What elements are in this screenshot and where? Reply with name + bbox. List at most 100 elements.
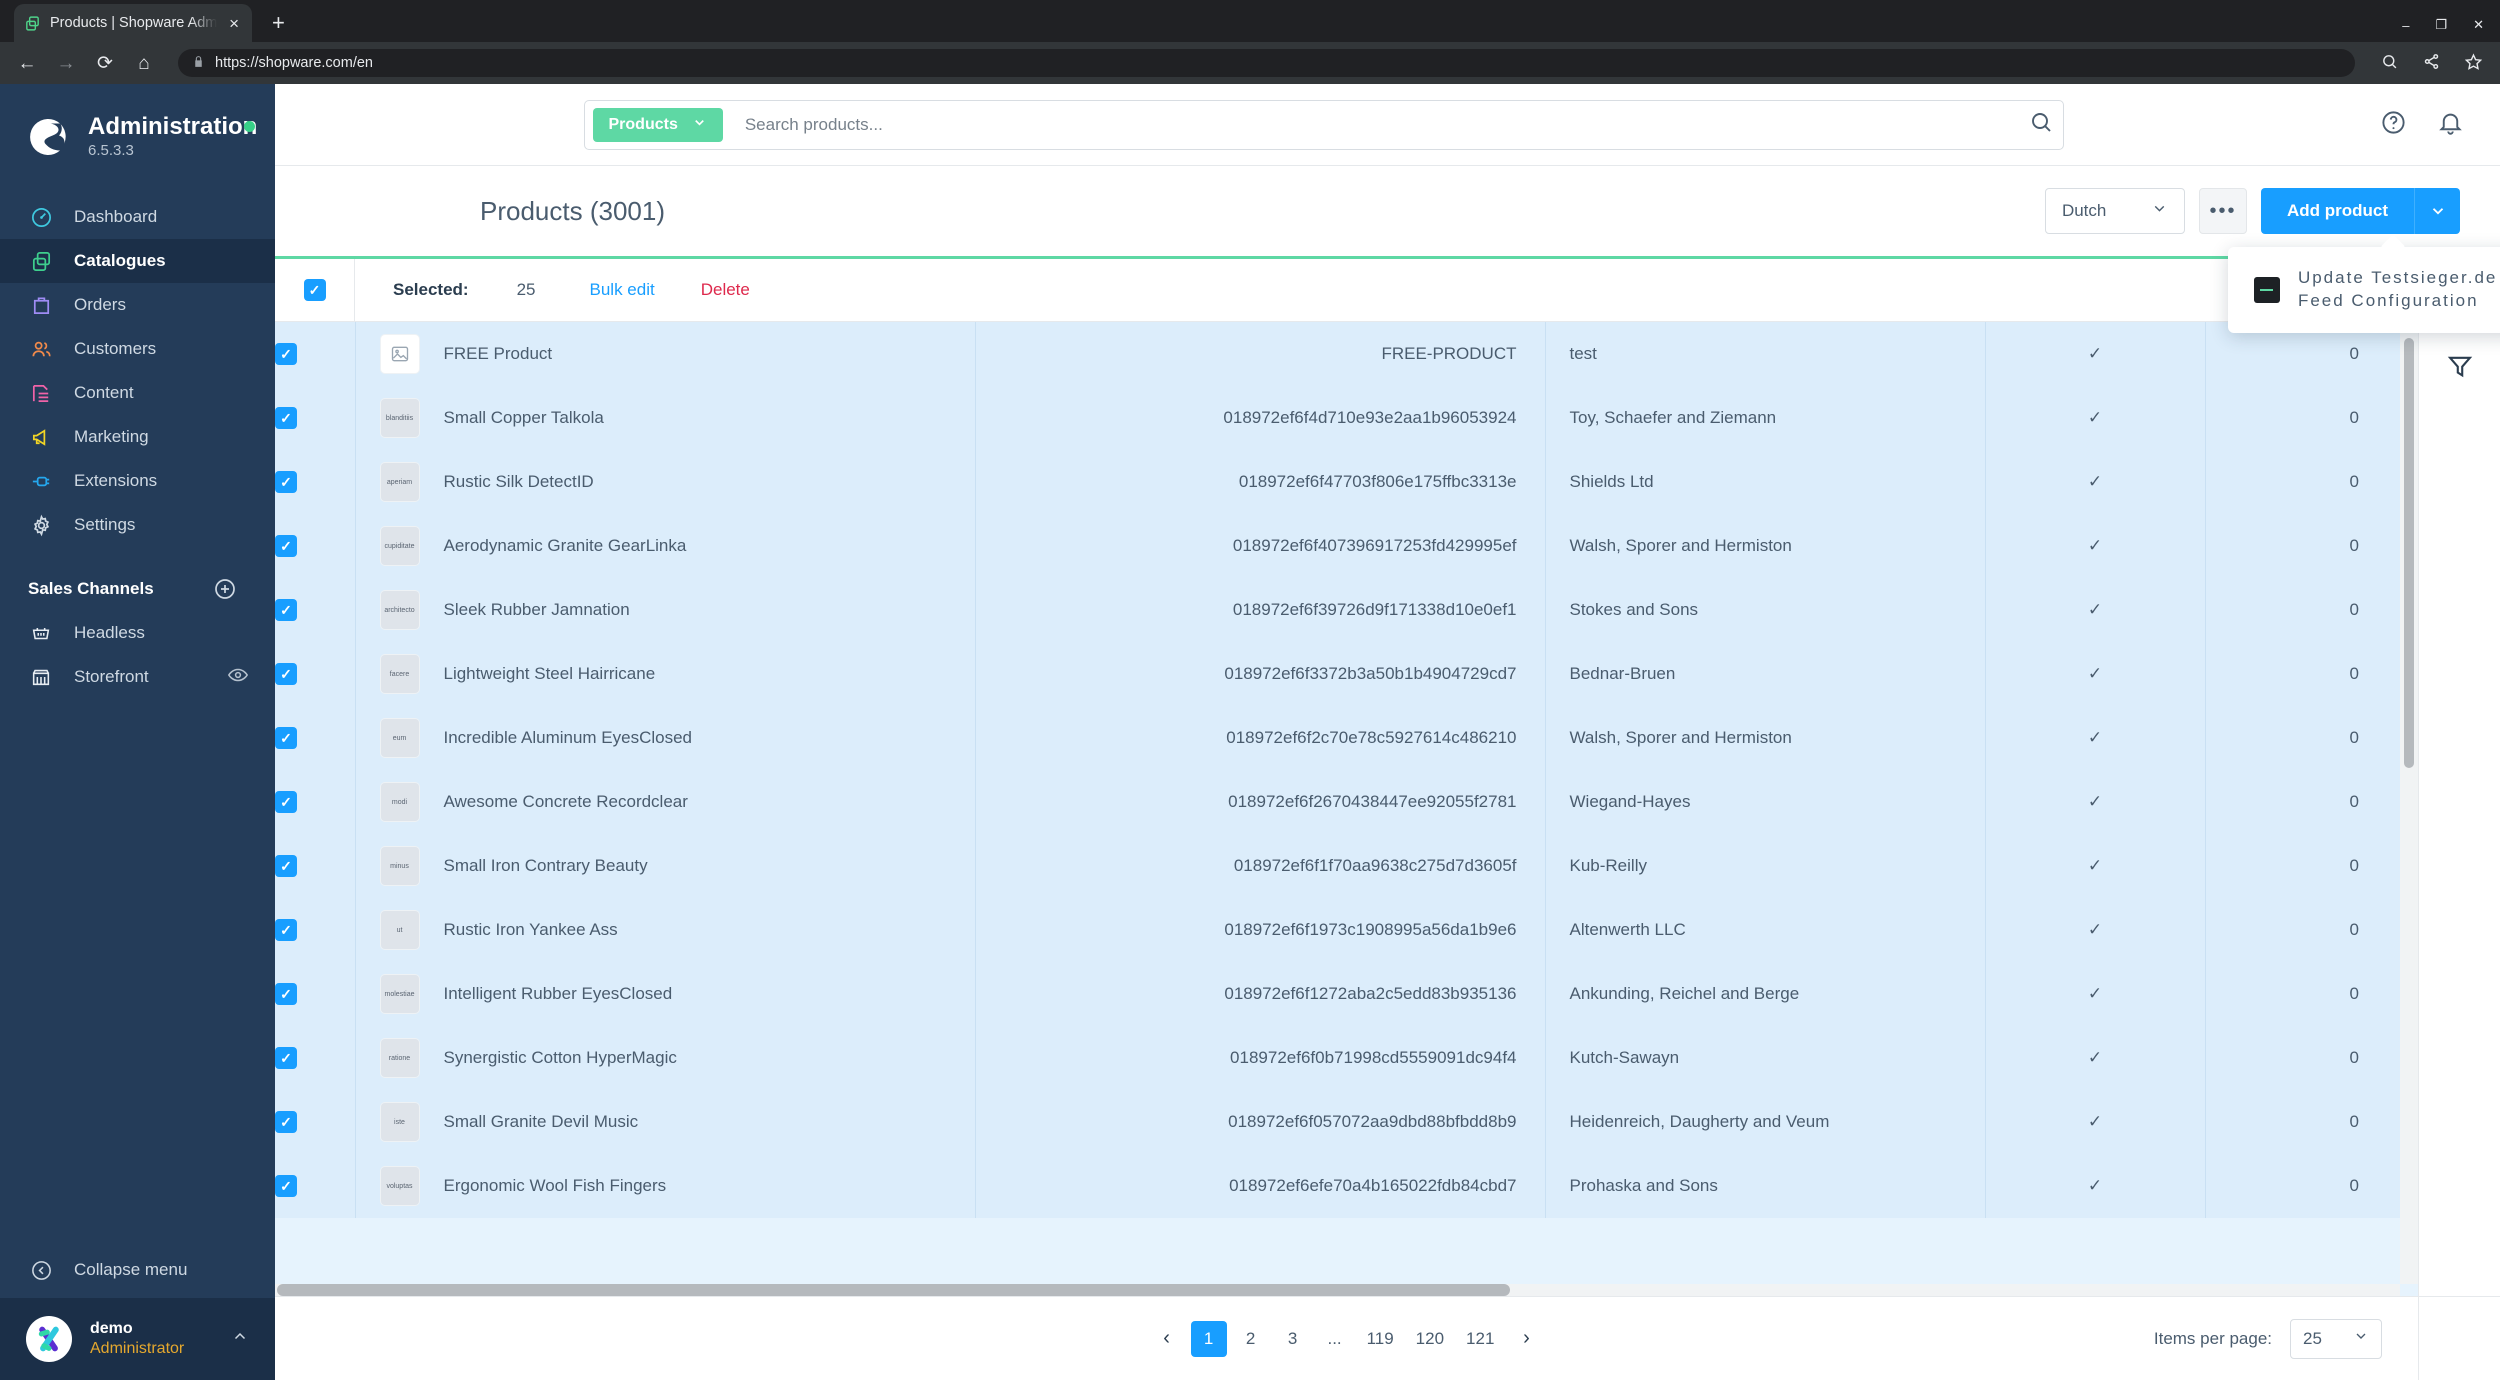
- product-thumbnail: architecto: [379, 590, 420, 630]
- row-checkbox[interactable]: ✓: [275, 535, 297, 557]
- sidebar-item-headless[interactable]: Headless: [0, 611, 275, 655]
- table-row[interactable]: ✓ FREE Product FREE-PRODUCT test ✓ 0: [275, 322, 2418, 386]
- chevron-up-icon[interactable]: [231, 1328, 249, 1350]
- product-manufacturer: Stokes and Sons: [1544, 578, 1985, 642]
- table-row[interactable]: ✓ eum Incredible Aluminum EyesClosed 018…: [275, 706, 2418, 770]
- row-checkbox[interactable]: ✓: [275, 983, 297, 1005]
- pagination-page-121[interactable]: 121: [1458, 1321, 1502, 1357]
- pagination-page-3[interactable]: 3: [1275, 1321, 1311, 1357]
- add-product-dropdown-icon[interactable]: [2414, 188, 2460, 234]
- product-price: 0: [2204, 450, 2365, 514]
- sidebar-item-content[interactable]: Content: [0, 371, 275, 415]
- close-icon[interactable]: ×: [226, 15, 242, 32]
- table-row[interactable]: ✓ modi Awesome Concrete Recordclear 0189…: [275, 770, 2418, 834]
- sidebar-item-customers[interactable]: Customers: [0, 327, 275, 371]
- product-active: ✓: [1984, 706, 2205, 770]
- table-row[interactable]: ✓ aperiam Rustic Silk DetectID 018972ef6…: [275, 450, 2418, 514]
- browser-tab[interactable]: Products | Shopware Adm ×: [14, 4, 252, 42]
- sidebar-item-marketing[interactable]: Marketing: [0, 415, 275, 459]
- add-sales-channel-icon[interactable]: [213, 577, 237, 601]
- vertical-scrollbar[interactable]: ▲: [2400, 322, 2418, 1284]
- search-input[interactable]: [726, 114, 2025, 135]
- global-search[interactable]: Products: [583, 99, 2064, 150]
- pagination-page-120[interactable]: 120: [1408, 1321, 1452, 1357]
- table-row[interactable]: ✓ minus Small Iron Contrary Beauty 01897…: [275, 834, 2418, 898]
- bulk-edit-link[interactable]: Bulk edit: [590, 280, 655, 300]
- delete-link[interactable]: Delete: [701, 280, 750, 300]
- sidebar-item-catalogues[interactable]: Catalogues: [0, 239, 275, 284]
- product-name: Sleek Rubber Jamnation: [443, 600, 630, 619]
- language-select[interactable]: Dutch: [2044, 188, 2185, 234]
- pagination-prev[interactable]: ‹: [1149, 1321, 1185, 1357]
- row-checkbox[interactable]: ✓: [275, 343, 297, 365]
- row-checkbox[interactable]: ✓: [275, 727, 297, 749]
- table-row[interactable]: ✓ facere Lightweight Steel Hairricane 01…: [275, 642, 2418, 706]
- product-price: 0: [2204, 834, 2365, 898]
- maximize-icon[interactable]: ❐: [2435, 17, 2447, 33]
- select-all-checkbox[interactable]: ✓: [303, 279, 326, 301]
- table-row[interactable]: ✓ ut Rustic Iron Yankee Ass 018972ef6f19…: [275, 898, 2418, 962]
- row-checkbox[interactable]: ✓: [275, 1111, 297, 1133]
- extensions-icon: [28, 468, 54, 494]
- row-checkbox[interactable]: ✓: [275, 791, 297, 813]
- preview-eye-icon[interactable]: [227, 664, 249, 691]
- row-checkbox[interactable]: ✓: [275, 1047, 297, 1069]
- user-name: demo: [90, 1320, 133, 1337]
- add-product-button[interactable]: Add product: [2260, 188, 2414, 234]
- search-scope-button[interactable]: Products: [592, 107, 723, 142]
- star-icon[interactable]: [2462, 52, 2484, 74]
- help-icon[interactable]: [2380, 109, 2407, 141]
- row-checkbox[interactable]: ✓: [275, 1175, 297, 1197]
- browser-tabstrip: Products | Shopware Adm × + – ❐ ✕: [0, 0, 2500, 42]
- sidebar-item-extensions[interactable]: Extensions: [0, 459, 275, 503]
- context-menu-item[interactable]: Update Testsieger.de Feed Configuration: [2228, 261, 2500, 319]
- pagination-next[interactable]: ›: [1508, 1321, 1544, 1357]
- share-icon[interactable]: [2420, 53, 2442, 74]
- home-icon[interactable]: ⌂: [133, 54, 155, 73]
- table-row[interactable]: ✓ molestiae Intelligent Rubber EyesClose…: [275, 962, 2418, 1026]
- pagination-page-1[interactable]: 1: [1190, 1320, 1227, 1357]
- row-checkbox[interactable]: ✓: [275, 599, 297, 621]
- sidebar-item-label: Content: [74, 383, 134, 403]
- minimize-icon[interactable]: –: [2402, 18, 2409, 33]
- product-active: ✓: [1984, 578, 2205, 642]
- pagination-page-2[interactable]: 2: [1233, 1321, 1269, 1357]
- sidebar-item-dashboard[interactable]: Dashboard: [0, 195, 275, 239]
- user-menu[interactable]: demo Administrator: [0, 1298, 275, 1380]
- reload-icon[interactable]: ⟳: [94, 54, 116, 73]
- chevron-down-icon: [2353, 1328, 2369, 1349]
- sidebar-item-orders[interactable]: Orders: [0, 283, 275, 327]
- collapse-menu-button[interactable]: Collapse menu: [0, 1242, 275, 1298]
- back-icon[interactable]: ←: [16, 54, 38, 73]
- sidebar-nav: Dashboard Catalogues Orders Customers Co…: [0, 195, 275, 699]
- window-close-icon[interactable]: ✕: [2473, 17, 2484, 33]
- horizontal-scrollbar[interactable]: [275, 1284, 2400, 1296]
- row-checkbox[interactable]: ✓: [275, 919, 297, 941]
- table-row[interactable]: ✓ voluptas Ergonomic Wool Fish Fingers 0…: [275, 1154, 2418, 1218]
- row-checkbox[interactable]: ✓: [275, 471, 297, 493]
- sidebar-item-storefront[interactable]: Storefront: [0, 655, 275, 699]
- forward-icon[interactable]: →: [55, 54, 77, 73]
- row-checkbox[interactable]: ✓: [275, 663, 297, 685]
- product-number: 018972ef6f47703f806e175ffbc3313e: [974, 450, 1545, 514]
- search-icon[interactable]: [2029, 110, 2053, 139]
- product-thumbnail: cupiditate: [379, 526, 420, 566]
- address-bar[interactable]: https://shopware.com/en: [178, 49, 2355, 77]
- filter-icon[interactable]: [2446, 352, 2474, 385]
- product-name: Small Iron Contrary Beauty: [443, 856, 648, 875]
- row-checkbox[interactable]: ✓: [275, 855, 297, 877]
- new-tab-button[interactable]: +: [272, 12, 285, 34]
- table-row[interactable]: ✓ ratione Synergistic Cotton HyperMagic …: [275, 1026, 2418, 1090]
- row-checkbox[interactable]: ✓: [275, 407, 297, 429]
- table-row[interactable]: ✓ cupiditate Aerodynamic Granite GearLin…: [275, 514, 2418, 578]
- table-row[interactable]: ✓ blanditiis Small Copper Talkola 018972…: [275, 386, 2418, 450]
- items-per-page-select[interactable]: 25: [2290, 1318, 2382, 1359]
- context-menu-button[interactable]: ••• Update Testsieger.de Feed Configurat…: [2198, 188, 2500, 333]
- pagination-page-119[interactable]: 119: [1359, 1321, 1402, 1357]
- product-price: 0: [2204, 962, 2365, 1026]
- sidebar-item-settings[interactable]: Settings: [0, 503, 275, 547]
- notification-icon[interactable]: [2437, 109, 2464, 141]
- table-row[interactable]: ✓ architecto Sleek Rubber Jamnation 0189…: [275, 578, 2418, 642]
- zoom-icon[interactable]: [2378, 53, 2400, 74]
- table-row[interactable]: ✓ iste Small Granite Devil Music 018972e…: [275, 1090, 2418, 1154]
